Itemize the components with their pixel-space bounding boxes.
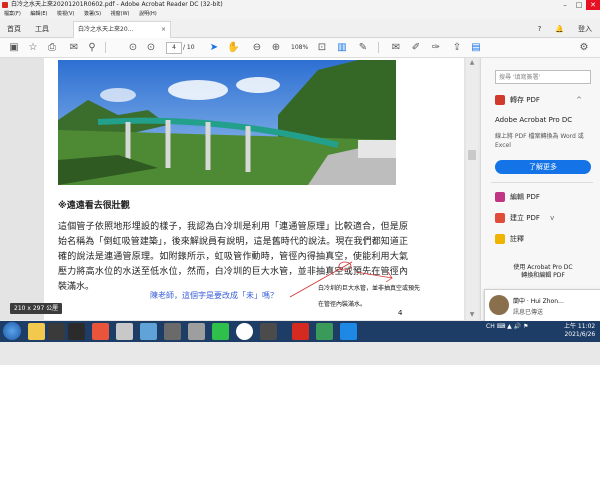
panel-divider xyxy=(491,182,593,183)
comment-tool-icon xyxy=(495,234,505,244)
annotation-note-line-1: 白冷圳的巨大水管，並非抽真空或預先 xyxy=(318,285,421,292)
app-icon-word[interactable] xyxy=(340,323,357,340)
clock-time: 上午 11:02 xyxy=(564,323,596,330)
file-explorer-icon[interactable] xyxy=(28,323,45,340)
create-pdf-icon xyxy=(495,213,505,223)
app-icon-green[interactable] xyxy=(316,323,333,340)
tools-search-input[interactable]: 搜尋 '填寫簽署' xyxy=(495,70,591,84)
chat-notification[interactable]: 蘭中 · Hui Zhon… 訊息已傳送 xyxy=(484,289,600,323)
learn-more-button[interactable]: 了解更多 xyxy=(495,160,591,174)
edit-pdf-icon xyxy=(495,192,505,202)
start-button[interactable] xyxy=(3,322,21,340)
pro-title: Adobe Acrobat Pro DC xyxy=(495,116,573,124)
app-icon-generic[interactable] xyxy=(260,323,277,340)
create-pdf-label: 建立 PDF xyxy=(510,214,540,222)
app-icon-red[interactable] xyxy=(92,323,109,340)
app-icon-grey[interactable] xyxy=(116,323,133,340)
screen: 白冷之水天上來20201201R0602.pdf - Adobe Acrobat… xyxy=(0,0,600,365)
edit-pdf-item[interactable]: 編輯 PDF xyxy=(495,191,540,203)
export-pdf-item[interactable]: 轉存 PDF ^ xyxy=(495,94,582,106)
edit-pdf-label: 編輯 PDF xyxy=(510,193,540,201)
notification-sender: 蘭中 · Hui Zhon… xyxy=(513,298,564,305)
film-icon[interactable] xyxy=(68,323,85,340)
app-icon-dark[interactable] xyxy=(164,323,181,340)
taskbar: CH ⌨ ▲ 🔊 ⚑ 上午 11:02 2021/6/26 xyxy=(0,321,600,342)
chevron-down-icon[interactable]: v xyxy=(550,214,554,222)
page-size-indicator: 210 x 297 公厘 xyxy=(10,303,63,314)
media-icon[interactable] xyxy=(48,323,65,340)
chevron-up-icon[interactable]: ^ xyxy=(576,96,582,104)
notification-message: 訊息已傳送 xyxy=(513,309,544,316)
annotation-note-line-2: 在管徑內裝滿水。 xyxy=(318,301,367,308)
avatar xyxy=(489,295,509,315)
chrome-icon[interactable] xyxy=(236,323,253,340)
system-tray[interactable]: CH ⌨ ▲ 🔊 ⚑ xyxy=(486,323,528,330)
line-app-icon[interactable] xyxy=(212,323,229,340)
export-pdf-label: 轉存 PDF xyxy=(510,96,540,104)
clock-date: 2021/6/26 xyxy=(564,331,596,338)
app-icon-folder[interactable] xyxy=(188,323,205,340)
app-icon-blue[interactable] xyxy=(140,323,157,340)
comment-label: 註釋 xyxy=(510,235,524,243)
pro-description: 線上將 PDF 檔案轉換為 Word 或 Excel xyxy=(495,133,584,149)
export-pdf-icon xyxy=(495,95,505,105)
page-footer-number: 4 xyxy=(398,309,403,317)
tools-panel: 搜尋 '填寫簽署' 轉存 PDF ^ Adobe Acrobat Pro DC … xyxy=(480,58,600,320)
comment-note[interactable]: 陳老師，這個字是要改成「未」嗎？ xyxy=(150,290,278,301)
promo-line-2: 轉換和編輯 PDF xyxy=(521,272,565,279)
clock[interactable]: 上午 11:02 2021/6/26 xyxy=(564,323,595,339)
comment-item[interactable]: 註釋 xyxy=(495,233,524,245)
acrobat-taskbar-icon[interactable] xyxy=(292,323,309,340)
create-pdf-item[interactable]: 建立 PDF v xyxy=(495,212,554,224)
